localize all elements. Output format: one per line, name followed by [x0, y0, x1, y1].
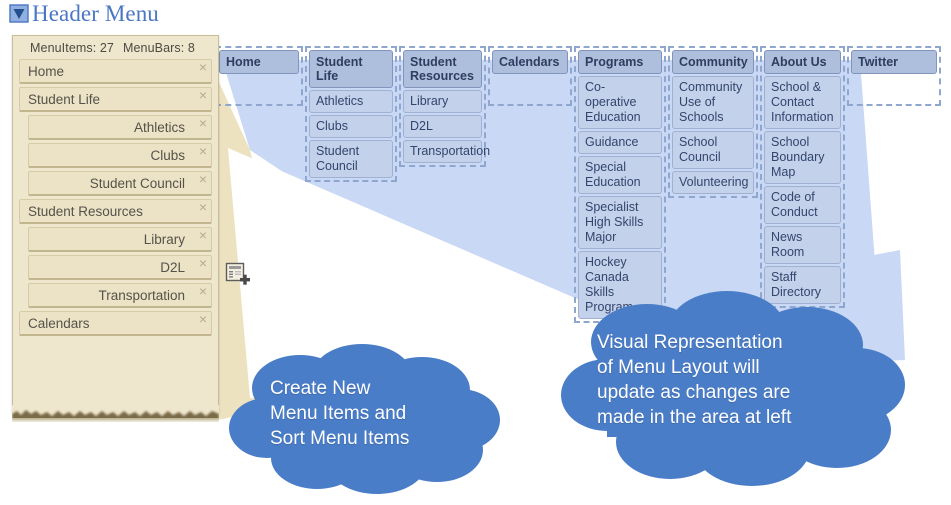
- menu-counts: MenuItems: 27 MenuBars: 8: [13, 36, 218, 59]
- callout-create-sort: Create New Menu Items and Sort Menu Item…: [222, 340, 507, 500]
- preview-menu-item[interactable]: Special Education: [578, 156, 662, 194]
- preview-column-header[interactable]: Student Resources: [403, 50, 482, 88]
- menu-item-label: Calendars: [28, 315, 90, 331]
- preview-menu-item[interactable]: Library: [403, 90, 482, 113]
- menu-item-row[interactable]: Transportation ×: [28, 283, 212, 308]
- preview-menu-item[interactable]: Student Council: [309, 140, 393, 178]
- preview-column-header[interactable]: Programs: [578, 50, 662, 74]
- menu-item-row[interactable]: Clubs ×: [28, 143, 212, 168]
- preview-column: Twitter: [847, 46, 941, 106]
- preview-column: Calendars: [488, 46, 572, 106]
- preview-column-header[interactable]: Student Life: [309, 50, 393, 88]
- menu-item-row[interactable]: Student Council ×: [28, 171, 212, 196]
- preview-column-header[interactable]: Calendars: [492, 50, 568, 74]
- menu-items-count: MenuItems: 27: [30, 41, 114, 55]
- remove-menu-item-icon[interactable]: ×: [199, 228, 207, 242]
- menu-item-row[interactable]: Home ×: [19, 59, 212, 84]
- menu-item-label: Home: [28, 63, 65, 79]
- preview-menu-item[interactable]: Co-operative Education: [578, 76, 662, 129]
- preview-column-header[interactable]: Twitter: [851, 50, 937, 74]
- menu-item-row[interactable]: Student Resources ×: [19, 199, 212, 224]
- new-page-add-icon[interactable]: [225, 262, 252, 289]
- menu-item-label: D2L: [160, 259, 185, 275]
- page-title-label: Header Menu: [32, 1, 159, 26]
- remove-menu-item-icon[interactable]: ×: [199, 200, 207, 214]
- triangle-down-icon[interactable]: [8, 3, 30, 25]
- preview-menu-item[interactable]: Specialist High Skills Major: [578, 196, 662, 249]
- preview-column: Home: [215, 46, 303, 106]
- menu-item-list: Home × Student Life × Athletics × Clubs × Studen…: [13, 59, 218, 336]
- menu-item-row[interactable]: Library ×: [28, 227, 212, 252]
- menu-item-row[interactable]: D2L ×: [28, 255, 212, 280]
- menu-bars-count: MenuBars: 8: [122, 41, 195, 55]
- remove-menu-item-icon[interactable]: ×: [199, 256, 207, 270]
- preview-column-header[interactable]: About Us: [764, 50, 841, 74]
- preview-menu-item[interactable]: Transportation: [403, 140, 490, 163]
- menu-item-row[interactable]: Athletics ×: [28, 115, 212, 140]
- menu-item-label: Student Council: [89, 175, 185, 191]
- remove-menu-item-icon[interactable]: ×: [199, 312, 207, 326]
- preview-menu-item[interactable]: D2L: [403, 115, 482, 138]
- menu-item-row[interactable]: Calendars ×: [19, 311, 212, 336]
- menu-item-label: Student Life: [28, 91, 101, 107]
- preview-menu-item[interactable]: Guidance: [578, 131, 662, 154]
- preview-column: Programs Co-operative Education Guidance Sp…: [574, 46, 666, 323]
- menu-item-row[interactable]: Student Life ×: [19, 87, 212, 112]
- preview-column-header[interactable]: Home: [219, 50, 299, 74]
- preview-menu-item[interactable]: School Council: [672, 131, 754, 169]
- menu-editor-panel: MenuItems: 27 MenuBars: 8 Home × Student Li…: [12, 35, 219, 414]
- menu-preview: Home Student Life Athletics Clubs Student Co…: [215, 46, 943, 323]
- remove-menu-item-icon[interactable]: ×: [199, 144, 207, 158]
- remove-menu-item-icon[interactable]: ×: [199, 116, 207, 130]
- preview-menu-item[interactable]: News Room: [764, 226, 841, 264]
- callout-left-text: Create New Menu Items and Sort Menu Item…: [270, 378, 410, 449]
- preview-menu-item[interactable]: School & Contact Information: [764, 76, 841, 129]
- torn-paper-edge: [12, 405, 219, 422]
- remove-menu-item-icon[interactable]: ×: [199, 88, 207, 102]
- menu-item-label: Clubs: [150, 147, 185, 163]
- menu-item-label: Transportation: [98, 287, 185, 303]
- preview-menu-item[interactable]: Clubs: [309, 115, 393, 138]
- preview-menu-item[interactable]: Volunteering: [672, 171, 754, 194]
- preview-column: Student Life Athletics Clubs Student Counci…: [305, 46, 397, 182]
- page-title: Header Menu: [8, 2, 159, 25]
- menu-item-label: Student Resources: [28, 203, 143, 219]
- preview-column: Community Community Use of Schools School …: [668, 46, 758, 198]
- preview-menu-item[interactable]: Community Use of Schools: [672, 76, 754, 129]
- menu-item-label: Library: [143, 231, 185, 247]
- preview-column-header[interactable]: Community: [672, 50, 754, 74]
- remove-menu-item-icon[interactable]: ×: [199, 172, 207, 186]
- callout-visual-representation: Visual Representation of Menu Layout wil…: [552, 290, 912, 500]
- preview-menu-item[interactable]: Athletics: [309, 90, 393, 113]
- preview-column: Student Resources Library D2L Transportatio…: [399, 46, 490, 167]
- menu-item-label: Athletics: [133, 119, 185, 135]
- callout-right-text: Visual Representation of Menu Layout wil…: [597, 332, 792, 428]
- remove-menu-item-icon[interactable]: ×: [199, 60, 207, 74]
- remove-menu-item-icon[interactable]: ×: [199, 284, 207, 298]
- preview-menu-item[interactable]: School Boundary Map: [764, 131, 841, 184]
- preview-column: About Us School & Contact Information Scho…: [760, 46, 845, 308]
- preview-menu-item[interactable]: Code of Conduct: [764, 186, 841, 224]
